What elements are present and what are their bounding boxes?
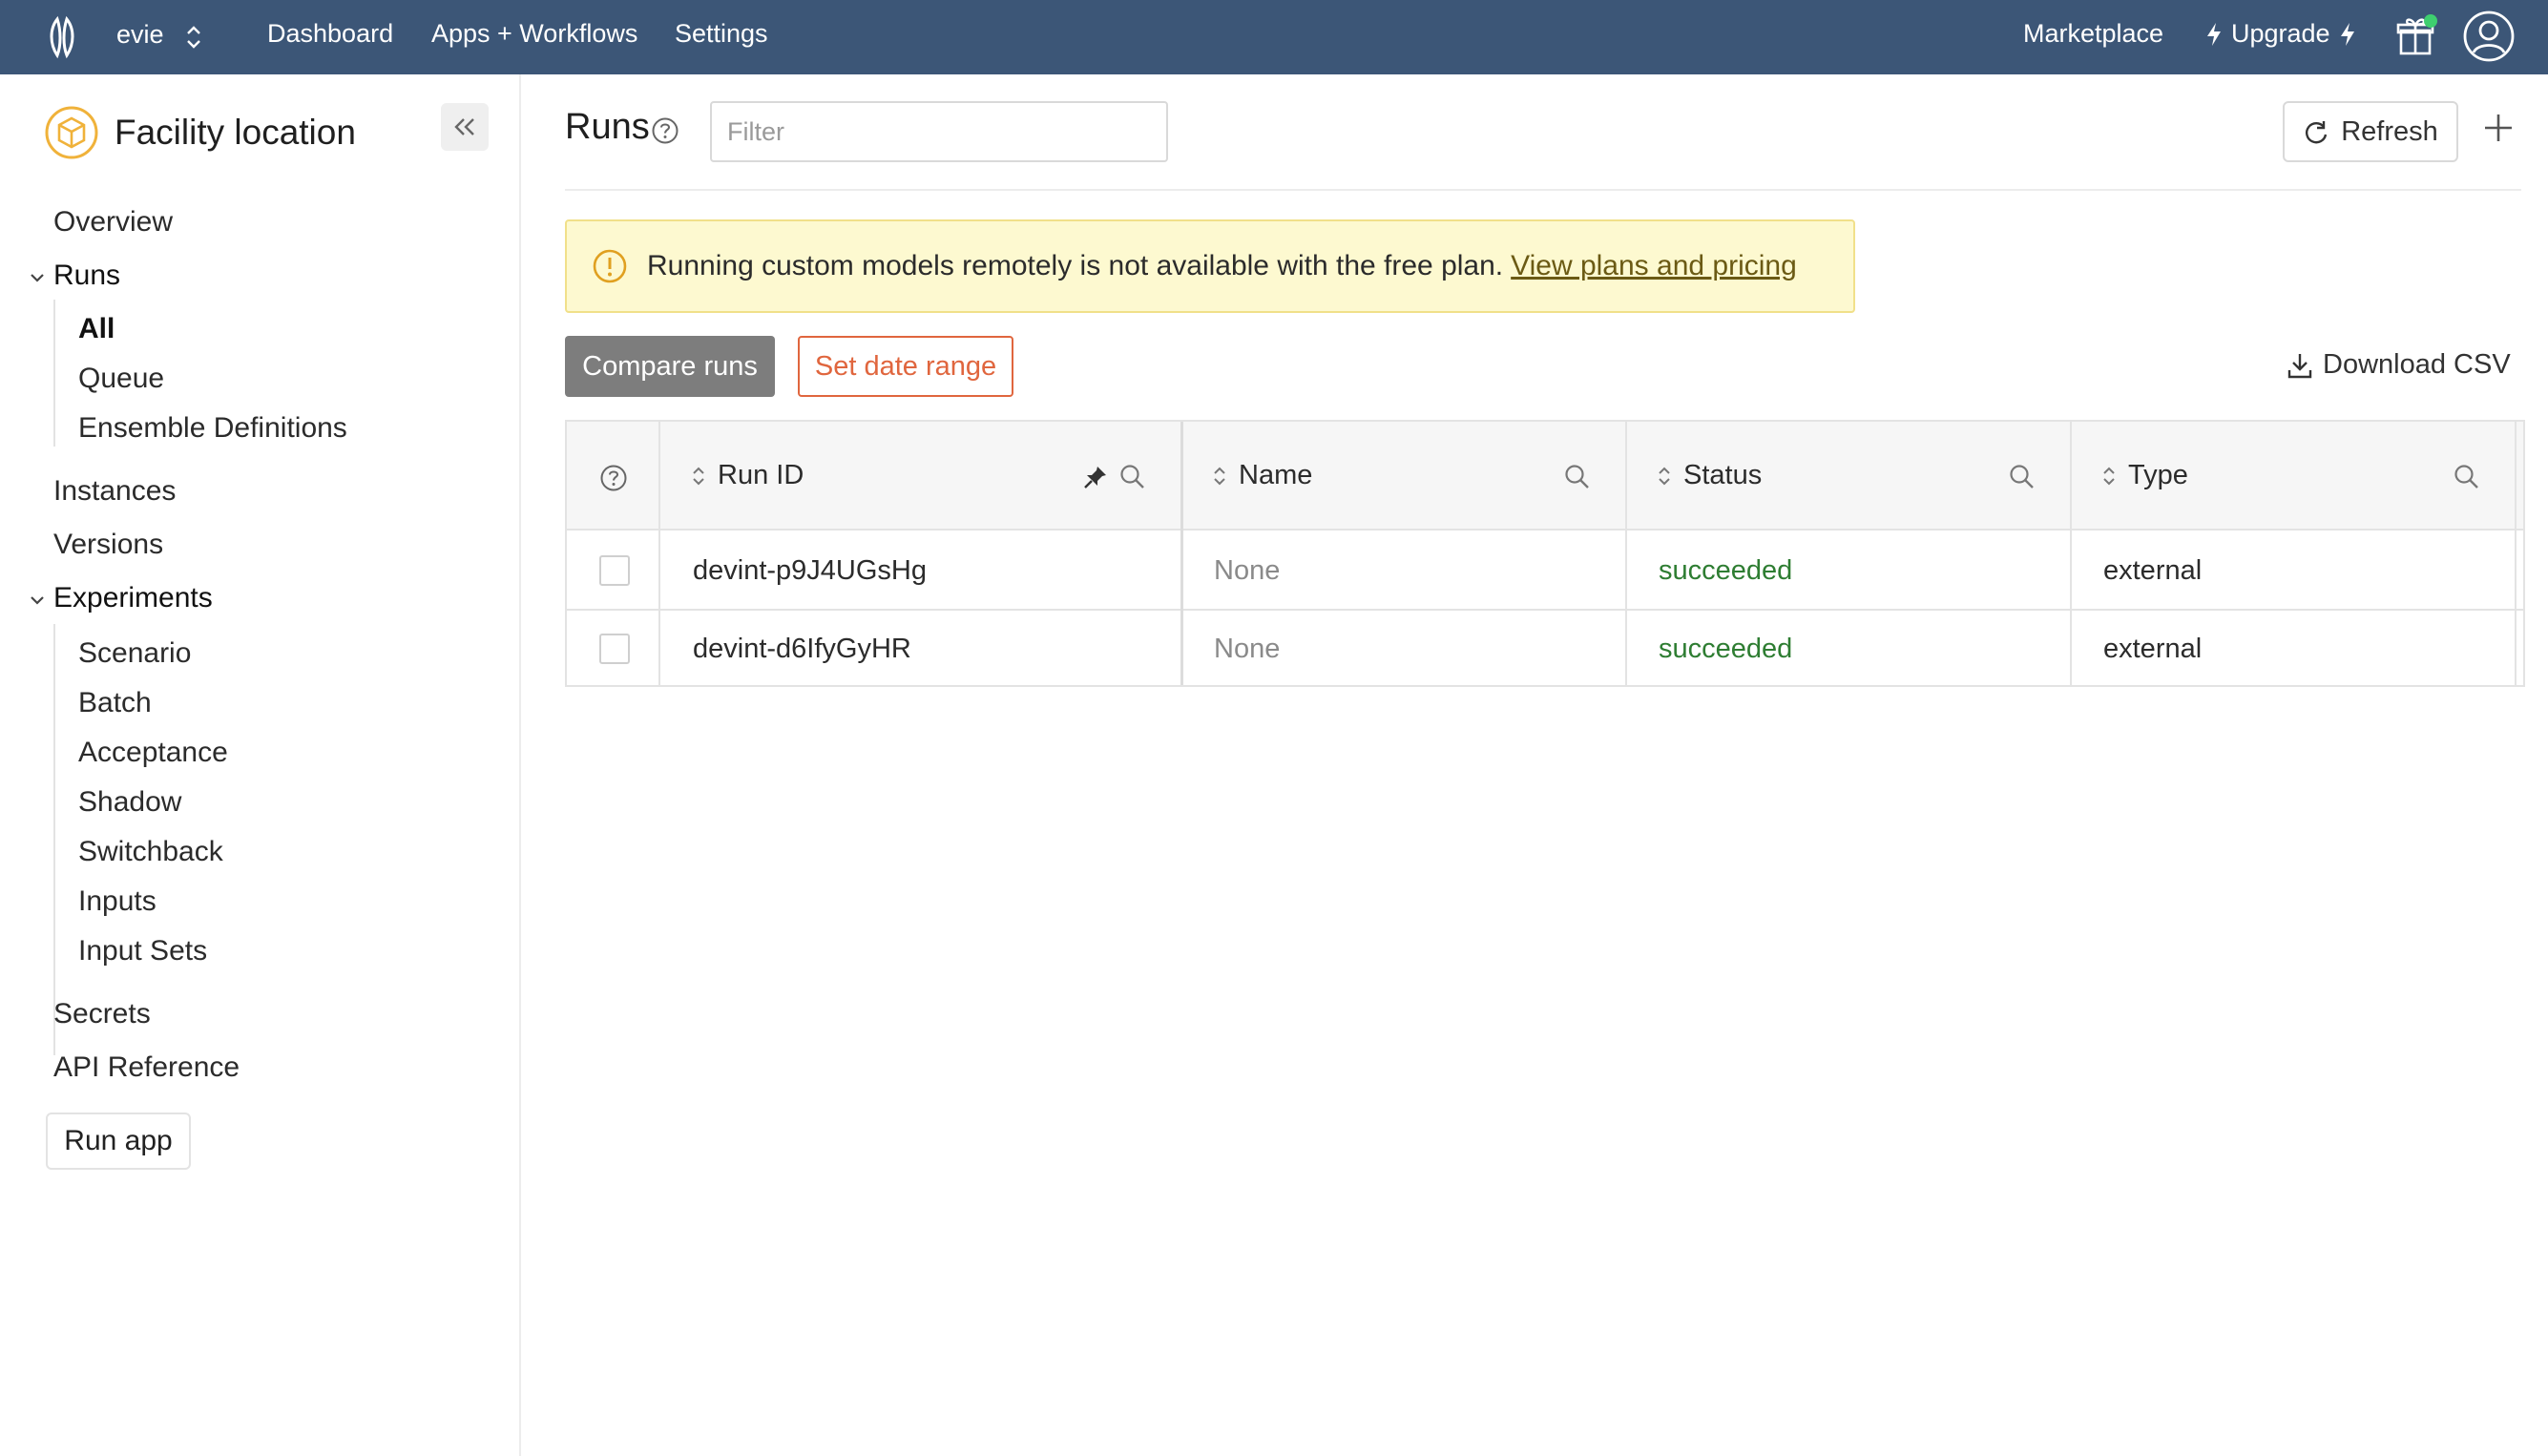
search-icon[interactable] [2008, 463, 2036, 491]
column-header-name[interactable]: Name [1212, 460, 1312, 491]
search-icon[interactable] [2453, 463, 2481, 491]
help-circle-icon[interactable] [651, 116, 679, 145]
cell-run-id[interactable]: devint-p9J4UGsHg [693, 555, 927, 587]
column-label: Name [1239, 460, 1313, 490]
app-header: Facility location [44, 103, 356, 162]
filter-input[interactable] [710, 101, 1168, 162]
nav-dashboard[interactable]: Dashboard [267, 19, 393, 49]
app-title: Facility location [115, 113, 356, 152]
chevron-up-down-icon[interactable] [183, 21, 204, 53]
cell-name: None [1214, 555, 1281, 586]
notification-dot [2424, 14, 2437, 28]
sort-icon [2103, 467, 2115, 485]
top-navigation-bar: evie Dashboard Apps + Workflows Settings… [0, 0, 2548, 74]
warning-circle-icon [593, 249, 627, 283]
cell-run-id[interactable]: devint-d6IfyGyHR [693, 634, 911, 665]
chevron-down-icon[interactable] [29, 269, 46, 286]
header-divider [565, 189, 2521, 191]
column-divider [1625, 422, 1627, 685]
sidebar: Facility location Overview Runs All Queu… [0, 74, 521, 1456]
table-header: Run ID Name Status Type [567, 422, 2523, 530]
download-csv-label: Download CSV [2323, 349, 2511, 380]
column-divider [2070, 422, 2072, 685]
sidebar-item-scenario[interactable]: Scenario [78, 637, 191, 670]
refresh-icon [2306, 121, 2328, 144]
gift-icon[interactable] [2395, 13, 2437, 57]
download-icon [2287, 353, 2312, 378]
nav-settings[interactable]: Settings [675, 19, 768, 49]
column-header-type[interactable]: Type [2101, 460, 2188, 491]
sidebar-item-inputs[interactable]: Inputs [78, 885, 157, 918]
run-app-button[interactable]: Run app [46, 1113, 191, 1170]
user-avatar-icon[interactable] [2462, 10, 2516, 63]
column-divider [2515, 422, 2517, 685]
row-checkbox[interactable] [599, 555, 630, 586]
org-name[interactable]: evie [116, 20, 164, 50]
runs-subnav-line [53, 300, 55, 447]
sort-icon [1659, 467, 1670, 485]
experiments-subnav-line [53, 624, 55, 1055]
app-cube-icon [45, 106, 98, 159]
column-header-run-id[interactable]: Run ID [691, 460, 804, 491]
sidebar-item-versions[interactable]: Versions [53, 529, 163, 561]
set-date-range-button[interactable]: Set date range [798, 336, 1013, 397]
page-title: Runs [565, 107, 650, 147]
sort-icon [693, 467, 704, 485]
sidebar-item-runs-all[interactable]: All [78, 313, 115, 345]
upgrade-label: Upgrade [2231, 19, 2330, 48]
refresh-label: Refresh [2341, 115, 2438, 147]
cell-status: succeeded [1659, 634, 1793, 664]
sidebar-item-acceptance[interactable]: Acceptance [78, 737, 228, 769]
sidebar-item-switchback[interactable]: Switchback [78, 836, 223, 868]
cell-name: None [1214, 634, 1281, 664]
bolt-icon [2207, 22, 2221, 46]
sidebar-item-runs-queue[interactable]: Queue [78, 363, 164, 395]
banner-message: Running custom models remotely is not av… [647, 250, 1504, 281]
chevron-down-icon[interactable] [29, 592, 46, 609]
compare-runs-button[interactable]: Compare runs [565, 336, 775, 397]
cell-type: external [2103, 634, 2203, 664]
sidebar-item-input-sets[interactable]: Input Sets [78, 935, 207, 967]
brand-logo-icon[interactable] [44, 15, 82, 59]
cell-type: external [2103, 555, 2203, 586]
search-icon[interactable] [1563, 463, 1592, 491]
column-resize-handle[interactable] [1180, 422, 1183, 685]
column-label: Type [2128, 460, 2188, 490]
add-plus-icon[interactable] [2479, 109, 2517, 147]
warning-banner: Running custom models remotely is not av… [565, 219, 1855, 313]
row-checkbox[interactable] [599, 634, 630, 664]
sidebar-item-overview[interactable]: Overview [53, 206, 173, 239]
sidebar-item-experiments[interactable]: Experiments [53, 582, 213, 614]
refresh-button[interactable]: Refresh [2283, 101, 2458, 162]
search-icon[interactable] [1118, 463, 1147, 491]
upgrade-button[interactable]: Upgrade [2204, 19, 2357, 49]
cell-status: succeeded [1659, 555, 1793, 586]
double-chevron-left-icon [454, 118, 474, 135]
sidebar-item-runs[interactable]: Runs [53, 260, 120, 292]
column-label: Status [1683, 460, 1763, 490]
nav-marketplace[interactable]: Marketplace [2023, 19, 2163, 49]
sidebar-item-secrets[interactable]: Secrets [53, 998, 151, 1030]
sidebar-item-api-reference[interactable]: API Reference [53, 1051, 240, 1084]
column-divider [658, 422, 660, 685]
sidebar-item-instances[interactable]: Instances [53, 475, 176, 508]
help-circle-icon[interactable] [599, 464, 628, 492]
table-row[interactable]: devint-p9J4UGsHg None succeeded external [567, 532, 2523, 611]
pin-icon[interactable] [1082, 464, 1109, 490]
sort-icon [1214, 467, 1225, 485]
download-csv-button[interactable]: Download CSV [2287, 349, 2511, 381]
sidebar-item-batch[interactable]: Batch [78, 687, 152, 719]
bolt-icon [2340, 22, 2354, 46]
nav-apps-workflows[interactable]: Apps + Workflows [431, 19, 637, 49]
column-label: Run ID [718, 460, 804, 490]
collapse-sidebar-button[interactable] [441, 103, 489, 151]
runs-table: Run ID Name Status Type devint-p9J4UGsHg… [565, 420, 2525, 687]
sidebar-item-ensemble-definitions[interactable]: Ensemble Definitions [78, 412, 347, 445]
table-row[interactable]: devint-d6IfyGyHR None succeeded external [567, 611, 2523, 689]
column-header-status[interactable]: Status [1657, 460, 1762, 491]
view-plans-link[interactable]: View plans and pricing [1511, 250, 1797, 282]
sidebar-item-shadow[interactable]: Shadow [78, 786, 181, 819]
